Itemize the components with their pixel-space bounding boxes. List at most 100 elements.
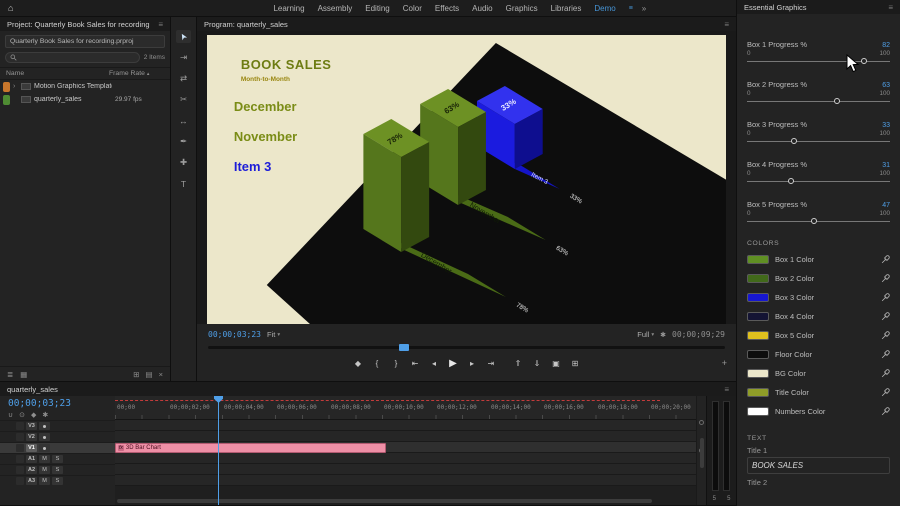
scrubber-track[interactable] bbox=[208, 346, 725, 349]
track-label-a3[interactable]: A3 bbox=[26, 477, 37, 485]
mark-out-button[interactable]: } bbox=[391, 359, 401, 368]
scrubber-playhead[interactable] bbox=[399, 344, 410, 351]
workspace-tab-assembly[interactable]: Assembly bbox=[318, 4, 353, 13]
ripple-edit-tool[interactable]: ⇄ bbox=[176, 72, 191, 85]
slider-track[interactable] bbox=[747, 177, 890, 185]
slider-handle[interactable] bbox=[791, 137, 798, 144]
vertical-scrollbar[interactable] bbox=[696, 396, 706, 505]
track-a1[interactable] bbox=[115, 453, 696, 464]
mark-in-button[interactable]: { bbox=[372, 359, 382, 368]
track-label-v3[interactable]: V3 bbox=[26, 422, 37, 430]
source-patch-toggle[interactable] bbox=[16, 433, 24, 441]
project-item-sequence[interactable]: quarterly_sales 29.97 fps bbox=[0, 93, 170, 106]
color-swatch[interactable] bbox=[747, 312, 769, 321]
step-back-button[interactable]: ◂ bbox=[429, 359, 439, 368]
color-swatch[interactable] bbox=[747, 274, 769, 283]
panel-menu-icon[interactable]: ≡ bbox=[888, 3, 893, 12]
slider-value[interactable]: 31 bbox=[882, 162, 890, 169]
eyedropper-icon[interactable] bbox=[881, 274, 890, 283]
eyedropper-icon[interactable] bbox=[881, 369, 890, 378]
go-to-in-button[interactable]: ⇤ bbox=[410, 359, 420, 368]
monitor-settings-icon[interactable]: ✱ bbox=[660, 331, 666, 339]
add-marker-button[interactable]: ◆ bbox=[353, 359, 363, 368]
column-name[interactable]: Name bbox=[6, 70, 109, 77]
slider-track[interactable] bbox=[747, 217, 890, 225]
type-tool[interactable]: T bbox=[176, 177, 191, 190]
title1-input[interactable] bbox=[747, 457, 890, 474]
disclosure-icon[interactable]: › bbox=[13, 83, 18, 90]
clip-3d-bar-chart[interactable]: fx 3D Bar Chart bbox=[115, 443, 386, 453]
slider-track[interactable] bbox=[747, 57, 890, 65]
comparison-view-button[interactable]: ⊞ bbox=[570, 359, 580, 368]
button-editor-button[interactable]: + bbox=[722, 358, 727, 368]
horizontal-scrollbar[interactable] bbox=[117, 499, 652, 503]
slider-track[interactable] bbox=[747, 97, 890, 105]
track-v2[interactable] bbox=[115, 431, 696, 442]
workspace-tab-editing[interactable]: Editing bbox=[365, 4, 389, 13]
eyedropper-icon[interactable] bbox=[881, 407, 890, 416]
eyedropper-icon[interactable] bbox=[881, 350, 890, 359]
color-swatch[interactable] bbox=[747, 331, 769, 340]
mute-toggle[interactable]: M bbox=[39, 466, 50, 474]
playback-resolution-dropdown[interactable]: Full ▾ bbox=[637, 330, 654, 339]
label-color-chip[interactable] bbox=[3, 94, 10, 105]
track-label-a1[interactable]: A1 bbox=[26, 455, 37, 463]
scroll-handle-icon[interactable] bbox=[699, 420, 704, 425]
track-label-a2[interactable]: A2 bbox=[26, 466, 37, 474]
search-input[interactable] bbox=[5, 52, 140, 63]
track-visibility-toggle[interactable] bbox=[39, 444, 50, 452]
mute-toggle[interactable]: M bbox=[39, 477, 50, 485]
color-swatch[interactable] bbox=[747, 407, 769, 416]
solo-toggle[interactable]: S bbox=[52, 466, 63, 474]
icon-view-icon[interactable]: ▦ bbox=[20, 370, 27, 379]
go-to-out-button[interactable]: ⇥ bbox=[486, 359, 496, 368]
workspace-tab-audio[interactable]: Audio bbox=[472, 4, 492, 13]
timeline-settings-icon[interactable]: ✱ bbox=[42, 411, 48, 419]
track-a3[interactable] bbox=[115, 475, 696, 486]
selection-tool[interactable]: ➤ bbox=[176, 30, 191, 43]
timeline-tab[interactable]: quarterly_sales bbox=[7, 385, 58, 394]
color-swatch[interactable] bbox=[747, 369, 769, 378]
add-marker-icon[interactable]: ◆ bbox=[31, 411, 36, 419]
track-visibility-toggle[interactable] bbox=[39, 433, 50, 441]
solo-toggle[interactable]: S bbox=[52, 477, 63, 485]
pen-tool[interactable]: ✒ bbox=[176, 135, 191, 148]
slider-track[interactable] bbox=[747, 137, 890, 145]
track-visibility-toggle[interactable] bbox=[39, 422, 50, 430]
track-a2[interactable] bbox=[115, 464, 696, 475]
program-panel-tab[interactable]: Program: quarterly_sales bbox=[204, 20, 288, 29]
track-select-tool[interactable]: ⇥ bbox=[176, 51, 191, 64]
color-swatch[interactable] bbox=[747, 293, 769, 302]
step-forward-button[interactable]: ▸ bbox=[467, 359, 477, 368]
workspace-tab-effects[interactable]: Effects bbox=[435, 4, 459, 13]
eyedropper-icon[interactable] bbox=[881, 331, 890, 340]
slider-handle[interactable] bbox=[811, 217, 818, 224]
track-v3[interactable] bbox=[115, 420, 696, 431]
eyedropper-icon[interactable] bbox=[881, 388, 890, 397]
eyedropper-icon[interactable] bbox=[881, 312, 890, 321]
export-frame-button[interactable]: ▣ bbox=[551, 359, 561, 368]
slider-value[interactable]: 63 bbox=[882, 82, 890, 89]
solo-toggle[interactable]: S bbox=[52, 455, 63, 463]
label-color-chip[interactable] bbox=[3, 81, 10, 92]
panel-menu-icon[interactable]: ≡ bbox=[724, 385, 729, 394]
workspace-tab-libraries[interactable]: Libraries bbox=[551, 4, 582, 13]
hand-tool[interactable]: ✚ bbox=[176, 156, 191, 169]
timeline-timecode[interactable]: 00;00;03;23 bbox=[0, 396, 115, 409]
source-patch-toggle[interactable] bbox=[16, 422, 24, 430]
workspace-tab-learning[interactable]: Learning bbox=[273, 4, 304, 13]
razor-tool[interactable]: ✂ bbox=[176, 93, 191, 106]
playhead-line[interactable] bbox=[218, 396, 219, 505]
workspace-overflow-icon[interactable]: » bbox=[642, 4, 646, 13]
project-bin-name[interactable]: Quarterly Book Sales for recording.prpro… bbox=[5, 35, 165, 48]
program-scrubber[interactable] bbox=[208, 343, 725, 352]
slider-value[interactable]: 33 bbox=[882, 122, 890, 129]
track-label-v2[interactable]: V2 bbox=[26, 433, 37, 441]
slip-tool[interactable]: ↔ bbox=[176, 114, 191, 127]
item-name[interactable]: Motion Graphics Template bbox=[34, 83, 112, 90]
source-patch-toggle[interactable] bbox=[16, 444, 24, 452]
color-swatch[interactable] bbox=[747, 255, 769, 264]
linked-selection-icon[interactable]: ⊙ bbox=[19, 411, 25, 419]
slider-handle[interactable] bbox=[861, 57, 868, 64]
slider-handle[interactable] bbox=[834, 97, 841, 104]
